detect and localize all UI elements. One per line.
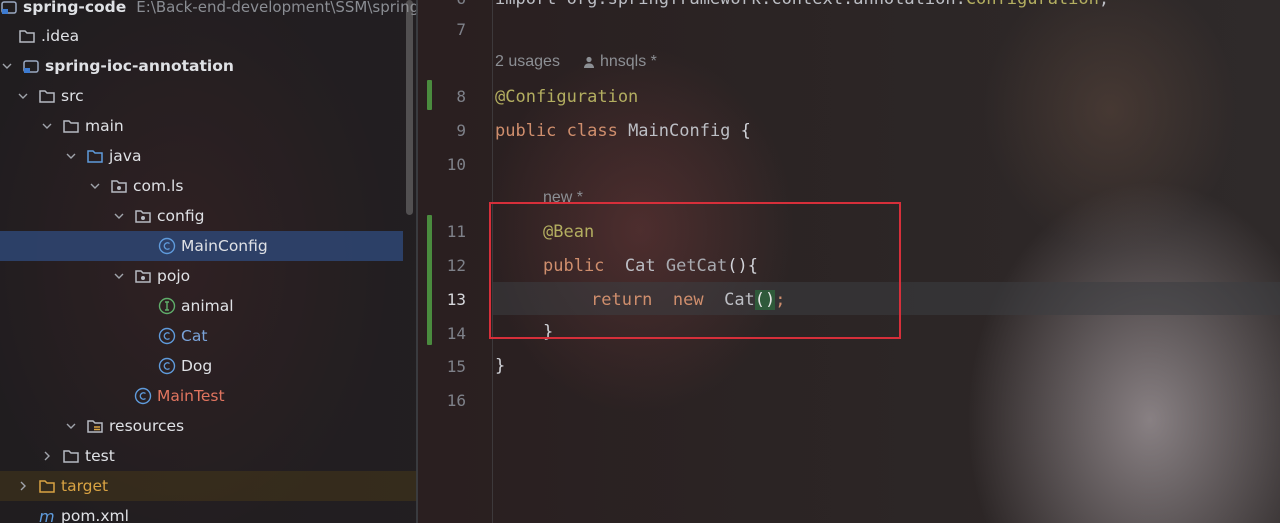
- tree-item-test[interactable]: test: [0, 441, 403, 471]
- import-prefix: import org.springframework.context.annot…: [495, 0, 966, 9]
- chevron-down-icon[interactable]: [0, 59, 14, 73]
- svg-text:m: m: [39, 507, 55, 523]
- usages-inlay-hint[interactable]: 2 usages hnsqls *: [495, 53, 657, 71]
- tree-item-resources[interactable]: resources: [0, 411, 403, 441]
- scrollbar-thumb[interactable]: [406, 0, 413, 215]
- interface-icon: [158, 297, 176, 315]
- tree-item-label: config: [157, 207, 205, 225]
- class-icon: [134, 387, 152, 405]
- folder-icon: [38, 87, 56, 105]
- tree-item-label: target: [61, 477, 109, 495]
- source-folder-icon: [86, 147, 104, 165]
- class-name: MainConfig: [628, 121, 731, 141]
- code-line-import[interactable]: import org.springframework.context.annot…: [495, 0, 1109, 10]
- line-number: 8: [456, 87, 466, 106]
- package-icon: [134, 267, 152, 285]
- resources-folder-icon: [86, 417, 104, 435]
- annotation-configuration: @Configuration: [495, 87, 639, 107]
- project-tree-panel: spring-code E:\Back-end-development\SSM\…: [0, 0, 419, 523]
- tree-item-pom-xml[interactable]: m pom.xml: [0, 501, 403, 523]
- line-number: 11: [446, 222, 466, 241]
- class-icon: [158, 237, 176, 255]
- tree-item-label: resources: [109, 417, 185, 435]
- brace-open: {: [730, 121, 751, 141]
- tree-item-main[interactable]: main: [0, 111, 403, 141]
- package-icon: [110, 177, 128, 195]
- import-name: Configuration: [966, 0, 1099, 9]
- chevron-down-icon[interactable]: [112, 209, 126, 223]
- tree-item-label: animal: [181, 297, 234, 315]
- tree-scrollbar[interactable]: [403, 0, 416, 523]
- chevron-right-icon[interactable]: [40, 449, 54, 463]
- tree-item-label: java: [109, 147, 142, 165]
- usages-count[interactable]: 2 usages: [495, 53, 560, 71]
- tree-item-label: test: [85, 447, 115, 465]
- tree-item-project-root[interactable]: spring-code E:\Back-end-development\SSM\…: [0, 0, 419, 22]
- tree-item-label: pom.xml: [61, 507, 129, 523]
- line-number: 10: [446, 155, 466, 174]
- tree-item-maintest[interactable]: MainTest: [0, 381, 403, 411]
- chevron-right-icon[interactable]: [16, 479, 30, 493]
- line-number: 13: [446, 290, 466, 309]
- brace-close: }: [495, 356, 506, 376]
- code-line-class-close[interactable]: }: [495, 355, 505, 377]
- folder-icon: [62, 447, 80, 465]
- tree-item-label: spring-ioc-annotation: [45, 57, 234, 75]
- author-hint[interactable]: hnsqls *: [600, 53, 657, 71]
- tree-item-label: com.ls: [133, 177, 184, 195]
- tree-item-label: MainConfig: [181, 237, 268, 255]
- package-icon: [134, 207, 152, 225]
- excluded-folder-icon: [38, 477, 56, 495]
- import-semicolon: ;: [1099, 0, 1109, 9]
- chevron-down-icon[interactable]: [88, 179, 102, 193]
- chevron-down-icon[interactable]: [112, 269, 126, 283]
- tree-item-config[interactable]: config: [0, 201, 403, 231]
- tree-item-label: spring-code: [23, 0, 127, 16]
- class-icon: [158, 357, 176, 375]
- tree-item-label: Dog: [181, 357, 213, 375]
- code-line-configuration[interactable]: @Configuration: [495, 86, 638, 108]
- tree-item-cat[interactable]: Cat: [0, 321, 403, 351]
- tree-item-java[interactable]: java: [0, 141, 403, 171]
- tree-item-label: MainTest: [157, 387, 225, 405]
- line-number: 7: [456, 20, 466, 39]
- tree-item-com-ls[interactable]: com.ls: [0, 171, 403, 201]
- editor-gutter: 6 7 8 9 10 11 12 13 14 15 16: [418, 0, 493, 523]
- line-number: 12: [446, 256, 466, 275]
- line-number: 14: [446, 324, 466, 343]
- module-icon: [22, 57, 40, 75]
- tree-item-label: pojo: [157, 267, 191, 285]
- line-number: 15: [446, 357, 466, 376]
- tree-item-spring-ioc-annotation[interactable]: spring-ioc-annotation: [0, 51, 403, 81]
- folder-icon: [62, 117, 80, 135]
- maven-icon: m: [38, 507, 56, 523]
- tree-item-label: src: [61, 87, 84, 105]
- folder-icon: [18, 27, 36, 45]
- keyword-public-class: public class: [495, 121, 629, 141]
- line-number: 16: [446, 391, 466, 410]
- line-number: 6: [418, 0, 466, 8]
- tree-item-mainconfig[interactable]: MainConfig: [0, 231, 403, 261]
- tree-item-target[interactable]: target: [0, 471, 417, 501]
- code-line-class-decl[interactable]: public class MainConfig {: [495, 120, 751, 142]
- chevron-down-icon[interactable]: [40, 119, 54, 133]
- project-path: E:\Back-end-development\SSM\spring: [136, 0, 420, 16]
- module-icon: [0, 0, 18, 16]
- class-icon: [158, 327, 176, 345]
- user-icon: [582, 55, 596, 69]
- tree-item-idea[interactable]: .idea: [0, 21, 403, 51]
- tree-item-label: main: [85, 117, 124, 135]
- tree-item-label: .idea: [41, 27, 80, 45]
- chevron-down-icon[interactable]: [16, 89, 30, 103]
- tree-item-dog[interactable]: Dog: [0, 351, 403, 381]
- tree-item-src[interactable]: src: [0, 81, 403, 111]
- line-number: 9: [456, 121, 466, 140]
- tree-item-label: Cat: [181, 327, 208, 345]
- tree-item-animal[interactable]: animal: [0, 291, 403, 321]
- chevron-down-icon[interactable]: [64, 149, 78, 163]
- chevron-down-icon[interactable]: [64, 419, 78, 433]
- highlight-annotation-box: [489, 202, 901, 339]
- tree-item-pojo[interactable]: pojo: [0, 261, 403, 291]
